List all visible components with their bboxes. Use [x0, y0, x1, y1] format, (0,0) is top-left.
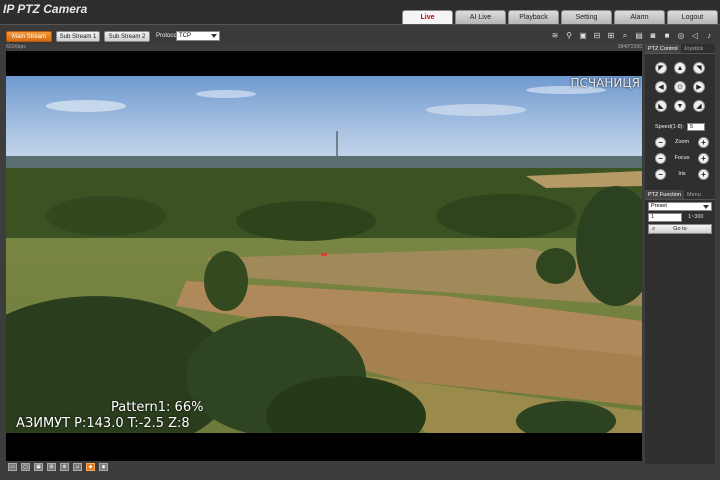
header-bar: IP PTZ Camera Live AI Live Playback Sett… — [0, 0, 720, 24]
zoom-row: − Zoom + — [655, 136, 709, 148]
protocol-select[interactable]: TCP — [176, 31, 220, 41]
tab-alarm[interactable]: Alarm — [614, 10, 665, 24]
focus-far-button[interactable]: + — [697, 152, 709, 164]
goto-button[interactable]: ⌕ Go to — [648, 224, 712, 234]
protocol-value: TCP — [179, 33, 191, 39]
preset-range-hint: 1~300 — [688, 214, 704, 220]
stream-toolbar: Main Stream Sub Stream 1 Sub Stream 2 Pr… — [0, 24, 720, 44]
full-icon[interactable]: ▣ — [34, 463, 43, 471]
resolution-readout: 3840*2160 — [617, 44, 642, 50]
down-left-button[interactable]: ◣ — [655, 100, 667, 112]
preset-number-input[interactable]: 1 — [648, 213, 682, 222]
ai-icon[interactable]: ◆ — [86, 463, 95, 471]
right-button[interactable]: ▶ — [693, 81, 705, 93]
tab-ai-live[interactable]: AI Live — [455, 10, 506, 24]
face-icon[interactable]: ☺ — [73, 463, 82, 471]
up-left-button[interactable]: ◤ — [655, 62, 667, 74]
focus-near-button[interactable]: − — [655, 152, 666, 164]
rule-icon[interactable]: ⊟ — [592, 31, 602, 40]
stream-icon[interactable]: ▤ — [634, 31, 644, 40]
sub-stream-2-button[interactable]: Sub Stream 2 — [104, 31, 150, 42]
bitrate-readout: 601Kbps — [6, 44, 26, 50]
zoom-label: Zoom — [674, 139, 690, 145]
toolbar-icons: ≋ ⚲ ▣ ⊟ ⊞ ⌕ ▤ ◙ ■ ◎ ◁ ♪ — [550, 31, 714, 40]
focus-label: Focus — [674, 155, 690, 161]
digital-zoom-icon[interactable]: ⊕ — [60, 463, 69, 471]
fit-icon[interactable]: ▭ — [8, 463, 17, 471]
tab-logout[interactable]: Logout — [667, 10, 718, 24]
wifi-icon[interactable]: ≋ — [550, 31, 560, 40]
tab-playback[interactable]: Playback — [508, 10, 559, 24]
ptz-tabs: PTZ Control Joystick — [645, 44, 715, 54]
function-select[interactable]: Preset — [648, 202, 712, 211]
volume-icon[interactable]: ◁ — [690, 31, 700, 40]
mic-icon[interactable]: ♪ — [704, 31, 714, 40]
landscape-picture — [6, 76, 642, 433]
camera-feed-image: ПСЧАНИЦЯ Pattern1: 66% АЗИМУТ P:143.0 T:… — [6, 76, 642, 433]
down-right-button[interactable]: ◢ — [693, 100, 705, 112]
record-icon[interactable]: ■ — [662, 31, 672, 40]
iris-label: Iris — [678, 171, 686, 177]
chevron-down-icon — [211, 34, 217, 38]
up-button[interactable]: ▲ — [674, 62, 686, 74]
focus-row: − Focus + — [655, 152, 709, 164]
snapshot-icon[interactable]: ⊞ — [606, 31, 616, 40]
search-icon: ⌕ — [652, 226, 656, 232]
iris-open-button[interactable]: + — [698, 168, 709, 180]
fisheye-icon[interactable]: ◎ — [676, 31, 686, 40]
photo-icon[interactable]: ◙ — [648, 31, 658, 40]
pin-icon[interactable]: ⚲ — [564, 31, 574, 40]
zoom-icon[interactable]: ⌕ — [620, 31, 630, 40]
ptz-function-tabs: PTZ Function Menu — [645, 190, 715, 200]
function-value: Preset — [651, 203, 667, 209]
auto-pan-button[interactable]: ⊙ — [674, 81, 686, 93]
sub-stream-1-button[interactable]: Sub Stream 1 — [56, 31, 100, 42]
speed-value: 5 — [690, 124, 694, 130]
speed-row: Speed(1-8): 5 — [655, 123, 706, 131]
tab-ptz-control[interactable]: PTZ Control — [645, 44, 681, 53]
iris-row: − Iris + — [655, 168, 709, 180]
iris-close-button[interactable]: − — [655, 168, 666, 180]
stream-stats: 601Kbps 3840*2160 — [6, 44, 642, 51]
speed-select[interactable]: 5 — [687, 123, 706, 131]
app-title: IP PTZ Camera — [3, 2, 88, 16]
tab-ptz-function[interactable]: PTZ Function — [645, 190, 685, 199]
speed-label: Speed(1-8): — [655, 124, 685, 130]
tab-setting[interactable]: Setting — [561, 10, 612, 24]
app-window: IP PTZ Camera Live AI Live Playback Sett… — [0, 0, 720, 480]
main-stream-button[interactable]: Main Stream — [6, 31, 52, 42]
up-right-button[interactable]: ◥ — [693, 62, 705, 74]
ptz-panel: PTZ Control Joystick ◤ ▲ ◥ ◀ ⊙ ▶ ◣ ▼ ◢ S… — [645, 44, 715, 464]
osd-pattern-label: Pattern1: 66% — [111, 400, 204, 415]
window-icon[interactable]: ⊞ — [47, 463, 56, 471]
zoom-out-button[interactable]: − — [655, 136, 666, 148]
main-nav: Live AI Live Playback Setting Alarm Logo… — [402, 10, 718, 24]
direction-pad: ◤ ▲ ◥ ◀ ⊙ ▶ ◣ ▼ ◢ — [653, 60, 709, 112]
goto-label: Go to — [673, 226, 687, 232]
down-button[interactable]: ▼ — [674, 100, 686, 112]
zoom-in-button[interactable]: + — [698, 136, 709, 148]
osd-azimuth-label: АЗИМУТ P:143.0 T:-2.5 Z:8 — [16, 416, 190, 431]
original-icon[interactable]: ▢ — [21, 463, 30, 471]
focus-icon[interactable]: ◉ — [99, 463, 108, 471]
tab-joystick[interactable]: Joystick — [681, 44, 707, 53]
left-button[interactable]: ◀ — [655, 81, 667, 93]
protocol-label: Protocol — [156, 33, 179, 39]
view-controls-bar: ▭ ▢ ▣ ⊞ ⊕ ☺ ◆ ◉ — [6, 461, 642, 473]
osd-location-label: ПСЧАНИЦЯ — [570, 76, 641, 90]
tab-live[interactable]: Live — [402, 10, 453, 24]
video-viewport[interactable]: ПСЧАНИЦЯ Pattern1: 66% АЗИМУТ P:143.0 T:… — [6, 51, 642, 461]
tab-menu[interactable]: Menu — [684, 190, 704, 199]
camera-icon[interactable]: ▣ — [578, 31, 588, 40]
chevron-down-icon — [703, 205, 709, 209]
